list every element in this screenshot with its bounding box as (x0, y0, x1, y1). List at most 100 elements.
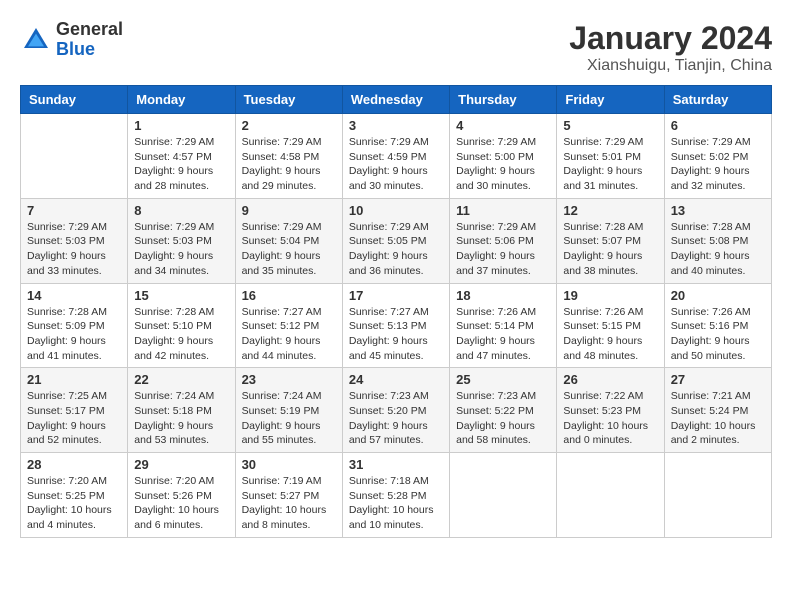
day-number: 7 (27, 203, 121, 218)
title-block: January 2024 Xianshuigu, Tianjin, China (569, 20, 772, 75)
calendar-cell: 15 Sunrise: 7:28 AMSunset: 5:10 PMDayligh… (128, 283, 235, 368)
calendar-cell: 22Sunrise: 7:24 AMSunset: 5:18 PMDayligh… (128, 368, 235, 453)
day-info: Sunrise: 7:27 AMSunset: 5:12 PMDaylight:… (242, 305, 336, 364)
day-number: 23 (242, 372, 336, 387)
weekday-header-sunday: Sunday (21, 86, 128, 114)
logo-text: General Blue (56, 20, 123, 60)
day-number: 11 (456, 203, 550, 218)
calendar-cell: 25 Sunrise: 7:23 AMSunset: 5:22 PMDayligh… (450, 368, 557, 453)
calendar-cell: 9Sunrise: 7:29 AMSunset: 5:04 PMDaylight… (235, 198, 342, 283)
weekday-header-row: SundayMondayTuesdayWednesdayThursdayFrid… (21, 86, 772, 114)
weekday-header-saturday: Saturday (664, 86, 771, 114)
calendar-cell: 5 Sunrise: 7:29 AMSunset: 5:01 PMDaylight… (557, 114, 664, 199)
day-number: 6 (671, 118, 765, 133)
day-number: 14 (27, 288, 121, 303)
calendar-cell: 24 Sunrise: 7:23 AMSunset: 5:20 PMDayligh… (342, 368, 449, 453)
logo: General Blue (20, 20, 123, 60)
day-number: 10 (349, 203, 443, 218)
day-number: 28 (27, 457, 121, 472)
day-number: 20 (671, 288, 765, 303)
calendar-cell: 19 Sunrise: 7:26 AMSunset: 5:15 PMDayligh… (557, 283, 664, 368)
day-number: 3 (349, 118, 443, 133)
day-number: 8 (134, 203, 228, 218)
day-info: Sunrise: 7:24 AMSunset: 5:18 PMDaylight:… (134, 389, 228, 448)
calendar-cell (557, 453, 664, 538)
day-info: Sunrise: 7:29 AMSunset: 5:03 PMDaylight:… (134, 220, 228, 279)
calendar-cell: 6Sunrise: 7:29 AMSunset: 5:02 PMDaylight… (664, 114, 771, 199)
calendar-cell: 20Sunrise: 7:26 AMSunset: 5:16 PMDayligh… (664, 283, 771, 368)
calendar-cell: 23 Sunrise: 7:24 AMSunset: 5:19 PMDayligh… (235, 368, 342, 453)
calendar-cell: 13Sunrise: 7:28 AMSunset: 5:08 PMDayligh… (664, 198, 771, 283)
day-number: 25 (456, 372, 550, 387)
day-info: Sunrise: 7:29 AMSunset: 5:06 PMDaylight:… (456, 220, 550, 279)
location: Xianshuigu, Tianjin, China (569, 57, 772, 75)
day-info: Sunrise: 7:23 AMSunset: 5:20 PMDaylight:… (349, 389, 443, 448)
calendar-cell: 31 Sunrise: 7:18 AMSunset: 5:28 PMDayligh… (342, 453, 449, 538)
weekday-header-wednesday: Wednesday (342, 86, 449, 114)
day-number: 30 (242, 457, 336, 472)
calendar-cell: 7 Sunrise: 7:29 AMSunset: 5:03 PMDaylight… (21, 198, 128, 283)
day-info: Sunrise: 7:26 AMSunset: 5:15 PMDaylight:… (563, 305, 657, 364)
week-row-1: 7 Sunrise: 7:29 AMSunset: 5:03 PMDaylight… (21, 198, 772, 283)
day-info: Sunrise: 7:28 AMSunset: 5:08 PMDaylight:… (671, 220, 765, 279)
day-number: 31 (349, 457, 443, 472)
calendar-cell: 28Sunrise: 7:20 AMSunset: 5:25 PMDayligh… (21, 453, 128, 538)
day-number: 15 (134, 288, 228, 303)
week-row-2: 14 Sunrise: 7:28 AMSunset: 5:09 PMDayligh… (21, 283, 772, 368)
calendar-cell (664, 453, 771, 538)
day-info: Sunrise: 7:27 AMSunset: 5:13 PMDaylight:… (349, 305, 443, 364)
weekday-header-thursday: Thursday (450, 86, 557, 114)
day-info: Sunrise: 7:29 AMSunset: 5:04 PMDaylight:… (242, 220, 336, 279)
day-number: 12 (563, 203, 657, 218)
day-number: 19 (563, 288, 657, 303)
calendar-cell: 18 Sunrise: 7:26 AMSunset: 5:14 PMDayligh… (450, 283, 557, 368)
day-info: Sunrise: 7:29 AMSunset: 4:57 PMDaylight:… (134, 135, 228, 194)
day-info: Sunrise: 7:28 AMSunset: 5:07 PMDaylight:… (563, 220, 657, 279)
calendar-cell: 8 Sunrise: 7:29 AMSunset: 5:03 PMDaylight… (128, 198, 235, 283)
calendar-cell: 30 Sunrise: 7:19 AMSunset: 5:27 PMDayligh… (235, 453, 342, 538)
day-number: 24 (349, 372, 443, 387)
calendar-cell: 1Sunrise: 7:29 AMSunset: 4:57 PMDaylight… (128, 114, 235, 199)
day-info: Sunrise: 7:21 AMSunset: 5:24 PMDaylight:… (671, 389, 765, 448)
day-info: Sunrise: 7:26 AMSunset: 5:14 PMDaylight:… (456, 305, 550, 364)
calendar-cell: 16Sunrise: 7:27 AMSunset: 5:12 PMDayligh… (235, 283, 342, 368)
month-title: January 2024 (569, 20, 772, 57)
day-info: Sunrise: 7:29 AMSunset: 5:03 PMDaylight:… (27, 220, 121, 279)
calendar-cell: 10 Sunrise: 7:29 AMSunset: 5:05 PMDayligh… (342, 198, 449, 283)
day-info: Sunrise: 7:24 AMSunset: 5:19 PMDaylight:… (242, 389, 336, 448)
weekday-header-tuesday: Tuesday (235, 86, 342, 114)
day-number: 5 (563, 118, 657, 133)
calendar-cell: 3Sunrise: 7:29 AMSunset: 4:59 PMDaylight… (342, 114, 449, 199)
day-info: Sunrise: 7:19 AMSunset: 5:27 PMDaylight:… (242, 474, 336, 533)
day-info: Sunrise: 7:23 AMSunset: 5:22 PMDaylight:… (456, 389, 550, 448)
day-number: 4 (456, 118, 550, 133)
calendar-cell: 2Sunrise: 7:29 AMSunset: 4:58 PMDaylight… (235, 114, 342, 199)
day-info: Sunrise: 7:22 AMSunset: 5:23 PMDaylight:… (563, 389, 657, 448)
day-info: Sunrise: 7:28 AMSunset: 5:09 PMDaylight:… (27, 305, 121, 364)
calendar-cell: 29Sunrise: 7:20 AMSunset: 5:26 PMDayligh… (128, 453, 235, 538)
day-info: Sunrise: 7:29 AMSunset: 5:01 PMDaylight:… (563, 135, 657, 194)
week-row-0: 1Sunrise: 7:29 AMSunset: 4:57 PMDaylight… (21, 114, 772, 199)
day-number: 29 (134, 457, 228, 472)
calendar-cell: 21Sunrise: 7:25 AMSunset: 5:17 PMDayligh… (21, 368, 128, 453)
day-number: 26 (563, 372, 657, 387)
calendar-cell: 14 Sunrise: 7:28 AMSunset: 5:09 PMDayligh… (21, 283, 128, 368)
calendar-cell: 27 Sunrise: 7:21 AMSunset: 5:24 PMDayligh… (664, 368, 771, 453)
calendar-cell: 26 Sunrise: 7:22 AMSunset: 5:23 PMDayligh… (557, 368, 664, 453)
day-info: Sunrise: 7:25 AMSunset: 5:17 PMDaylight:… (27, 389, 121, 448)
weekday-header-monday: Monday (128, 86, 235, 114)
calendar-cell: 4 Sunrise: 7:29 AMSunset: 5:00 PMDaylight… (450, 114, 557, 199)
day-info: Sunrise: 7:29 AMSunset: 5:05 PMDaylight:… (349, 220, 443, 279)
day-info: Sunrise: 7:29 AMSunset: 4:58 PMDaylight:… (242, 135, 336, 194)
day-info: Sunrise: 7:29 AMSunset: 5:00 PMDaylight:… (456, 135, 550, 194)
day-number: 17 (349, 288, 443, 303)
weekday-header-friday: Friday (557, 86, 664, 114)
week-row-3: 21Sunrise: 7:25 AMSunset: 5:17 PMDayligh… (21, 368, 772, 453)
week-row-4: 28Sunrise: 7:20 AMSunset: 5:25 PMDayligh… (21, 453, 772, 538)
day-number: 27 (671, 372, 765, 387)
day-info: Sunrise: 7:18 AMSunset: 5:28 PMDaylight:… (349, 474, 443, 533)
day-info: Sunrise: 7:28 AMSunset: 5:10 PMDaylight:… (134, 305, 228, 364)
page-header: General Blue January 2024 Xianshuigu, Ti… (20, 20, 772, 75)
calendar-cell: 12 Sunrise: 7:28 AMSunset: 5:07 PMDayligh… (557, 198, 664, 283)
day-number: 18 (456, 288, 550, 303)
